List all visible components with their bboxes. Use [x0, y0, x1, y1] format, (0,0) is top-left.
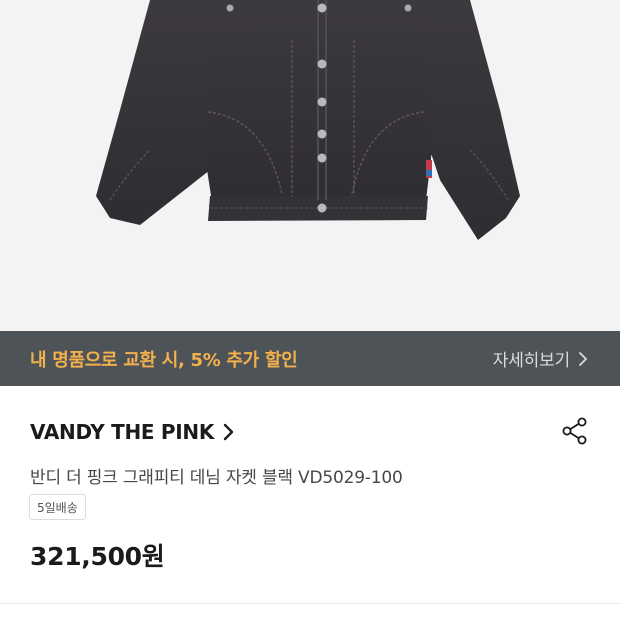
promo-details-link[interactable]: 자세히보기 [493, 346, 588, 371]
product-image[interactable] [0, 0, 620, 331]
product-info: VANDY THE PINK 반디 더 핑크 그래피티 데님 자켓 블랙 VD5… [0, 386, 620, 620]
promo-details-label: 자세히보기 [492, 351, 570, 371]
product-price: 321,500원 [30, 542, 165, 571]
share-icon [561, 417, 589, 449]
product-name: 반디 더 핑크 그래피티 데님 자켓 블랙 VD5029-100 [30, 468, 403, 488]
promo-banner[interactable]: 내 명품으로 교환 시, 5% 추가 할인 자세히보기 [0, 331, 620, 386]
promo-text: 내 명품으로 교환 시, 5% 추가 할인 [30, 349, 298, 371]
denim-jacket-image [96, 0, 520, 240]
chevron-right-icon [223, 423, 234, 441]
divider [0, 603, 620, 604]
chevron-right-icon [578, 351, 588, 367]
brand-name: VANDY THE PINK [30, 420, 215, 444]
share-button[interactable] [558, 416, 592, 450]
brand-link[interactable]: VANDY THE PINK [30, 420, 234, 444]
shipping-badge: 5일배송 [29, 494, 86, 520]
